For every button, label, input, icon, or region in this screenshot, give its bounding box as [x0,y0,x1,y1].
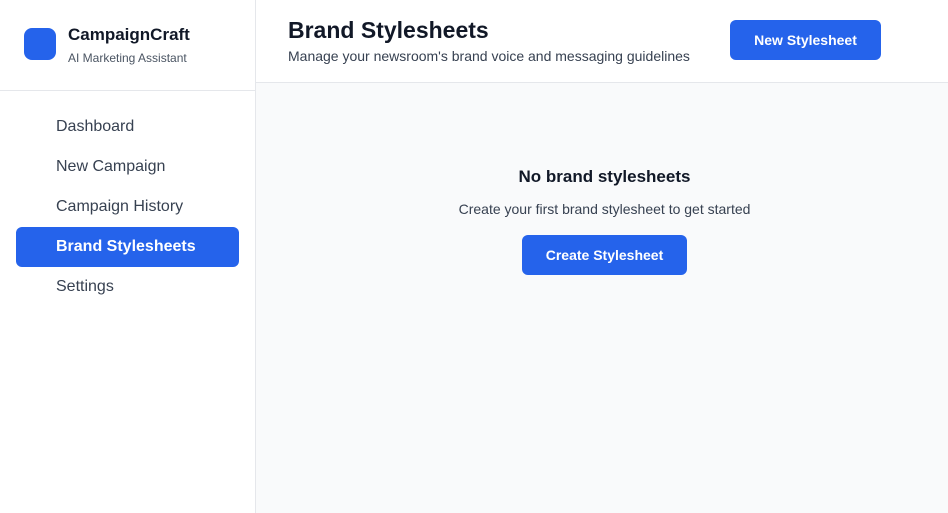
page-header: Brand Stylesheets Manage your newsroom's… [256,0,948,83]
app-tagline: AI Marketing Assistant [68,51,187,65]
main-content: No brand stylesheets Create your first b… [256,83,948,513]
page-title: Brand Stylesheets [288,17,489,43]
new-stylesheet-button[interactable]: New Stylesheet [730,20,881,60]
app-logo-icon [24,28,56,60]
page-subtitle: Manage your newsroom's brand voice and m… [288,48,690,64]
app-window: CampaignCraft AI Marketing Assistant Das… [0,0,948,513]
empty-state-title: No brand stylesheets [518,167,691,186]
brand-header: CampaignCraft AI Marketing Assistant [0,0,255,91]
create-stylesheet-button[interactable]: Create Stylesheet [522,235,687,275]
app-name: CampaignCraft [68,25,190,44]
empty-state-description: Create your first brand stylesheet to ge… [458,201,751,217]
sidebar-item-dashboard[interactable]: Dashboard [16,107,239,147]
sidebar-item-brand-stylesheets[interactable]: Brand Stylesheets [16,227,239,267]
sidebar-item-settings[interactable]: Settings [16,267,239,307]
sidebar: CampaignCraft AI Marketing Assistant Das… [0,0,256,513]
sidebar-item-new-campaign[interactable]: New Campaign [16,147,239,187]
sidebar-item-campaign-history[interactable]: Campaign History [16,187,239,227]
sidebar-nav: Dashboard New Campaign Campaign History … [16,107,239,307]
